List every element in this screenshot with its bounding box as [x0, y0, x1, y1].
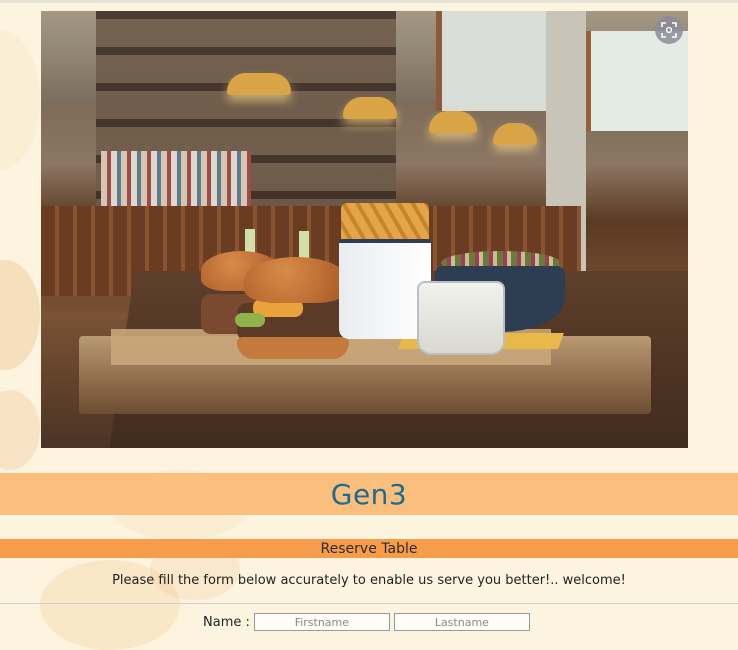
visual-search-button[interactable] [655, 16, 683, 44]
brand-banner: Gen3 [0, 473, 738, 515]
hero-food-image [41, 11, 688, 448]
firstname-input[interactable] [253, 613, 390, 631]
reserve-table-title: Reserve Table [320, 540, 418, 557]
background-food-decoration [0, 30, 40, 170]
brand-title: Gen3 [330, 477, 408, 511]
background-food-decoration [0, 260, 40, 370]
reserve-table-banner: Reserve Table [0, 539, 738, 558]
scan-icon [661, 22, 677, 38]
divider [0, 603, 738, 604]
name-label: Name : [203, 614, 250, 630]
top-border [0, 0, 738, 3]
lastname-input[interactable] [393, 613, 530, 631]
background-food-decoration [0, 390, 40, 470]
form-intro-text: Please fill the form below accurately to… [112, 573, 626, 588]
name-field-row: Name : [203, 613, 534, 631]
